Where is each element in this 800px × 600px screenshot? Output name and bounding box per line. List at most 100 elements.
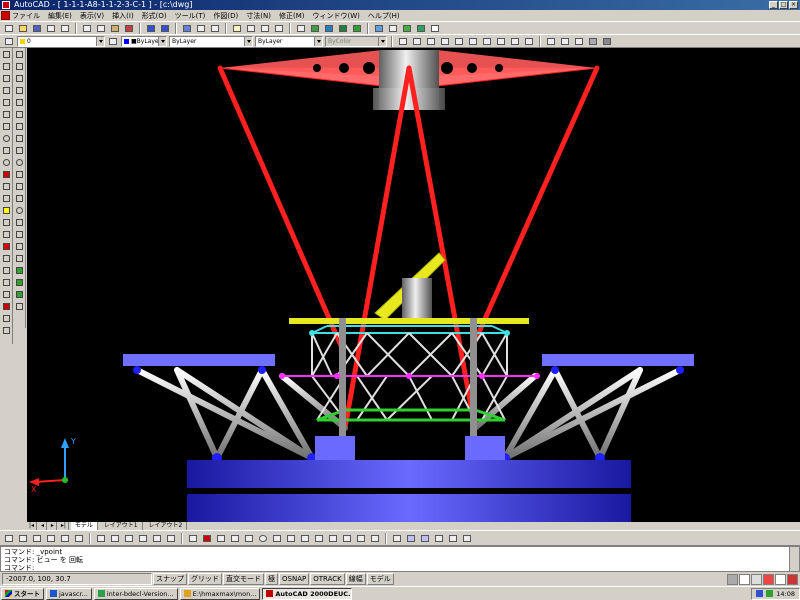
snap-perpendicular-icon[interactable] <box>299 533 311 544</box>
scale-icon[interactable] <box>1 325 12 336</box>
torus-icon[interactable] <box>14 205 25 216</box>
tab-last-arrow-icon[interactable]: ▸| <box>59 522 69 530</box>
coordinate-readout[interactable]: -2007.0, 100, 30.7 <box>2 573 152 585</box>
shade-icon[interactable] <box>323 23 335 34</box>
cut-icon[interactable] <box>81 23 93 34</box>
point-icon[interactable] <box>1 193 12 204</box>
ne-iso-icon[interactable] <box>509 36 521 47</box>
network-tray-icon[interactable] <box>766 590 774 597</box>
ortho-toggle[interactable]: 直交モード <box>223 573 264 585</box>
section-icon[interactable] <box>14 253 25 264</box>
snap-apparent-icon[interactable] <box>229 533 241 544</box>
menu-insert[interactable]: 挿入(I) <box>112 11 134 21</box>
osnap-icon[interactable] <box>195 23 207 34</box>
drawing-viewport[interactable]: Y X <box>27 48 800 522</box>
maximize-button[interactable]: □ <box>779 1 788 9</box>
rotate-icon[interactable] <box>1 313 12 324</box>
print-icon[interactable] <box>45 23 57 34</box>
ime-icon[interactable] <box>739 573 750 585</box>
zoom-realtime-icon[interactable] <box>245 23 257 34</box>
mirror-icon[interactable] <box>1 265 12 276</box>
menu-view[interactable]: 表示(V) <box>80 11 104 21</box>
network-icon[interactable] <box>787 573 798 585</box>
tab-next-arrow-icon[interactable]: ▸ <box>49 522 57 530</box>
taskbar-item[interactable]: javascr... <box>46 587 92 600</box>
revolve-icon[interactable] <box>14 229 25 240</box>
document-icon[interactable] <box>1 11 10 20</box>
pen-icon[interactable] <box>763 573 774 585</box>
rectangle-icon[interactable] <box>1 109 12 120</box>
taskbar-item[interactable]: E:\hmaxmax\mon... <box>179 587 261 600</box>
continuous-orbit-icon[interactable] <box>419 533 431 544</box>
view-top-icon[interactable] <box>397 36 409 47</box>
3d-orbit-icon[interactable] <box>309 23 321 34</box>
intersect-icon[interactable] <box>14 289 25 300</box>
volume-icon[interactable] <box>756 590 764 597</box>
extend-icon[interactable] <box>14 85 25 96</box>
snap-intersection-icon[interactable] <box>215 533 227 544</box>
snap-tangent-icon[interactable] <box>285 533 297 544</box>
adjust-distance-icon[interactable] <box>447 533 459 544</box>
snap-midpoint-icon[interactable] <box>201 533 213 544</box>
snap-nearest-icon[interactable] <box>355 533 367 544</box>
se-iso-icon[interactable] <box>495 36 507 47</box>
menu-edit[interactable]: 編集(E) <box>48 11 72 21</box>
slice-icon[interactable] <box>14 241 25 252</box>
render-icon[interactable] <box>337 23 349 34</box>
today-icon[interactable] <box>415 23 427 34</box>
layer-manager-icon[interactable] <box>3 36 15 47</box>
continue-icon[interactable] <box>123 533 135 544</box>
swivel-icon[interactable] <box>433 533 445 544</box>
fillet-icon[interactable] <box>14 121 25 132</box>
center-mark-icon[interactable] <box>165 533 177 544</box>
model-toggle[interactable]: モデル <box>366 573 394 585</box>
tolerance-icon[interactable] <box>151 533 163 544</box>
command-scrollbar[interactable] <box>789 547 799 571</box>
taskbar-item[interactable]: inter-bdecl-Version... <box>93 587 178 600</box>
orbit-icon[interactable] <box>405 533 417 544</box>
dimension-diameter-icon[interactable] <box>59 533 71 544</box>
explode-icon[interactable] <box>14 133 25 144</box>
dimension-radius-icon[interactable] <box>45 533 57 544</box>
start-button[interactable]: スタート <box>1 587 44 600</box>
union-icon[interactable] <box>14 265 25 276</box>
quick-dimension-icon[interactable] <box>95 533 107 544</box>
snap-quadrant-icon[interactable] <box>271 533 283 544</box>
view-back-icon[interactable] <box>467 36 479 47</box>
open-file-icon[interactable] <box>17 23 29 34</box>
lineweight-combo[interactable]: ByLayer <box>255 35 323 47</box>
chevron-down-icon[interactable] <box>158 36 166 46</box>
break-icon[interactable] <box>14 97 25 108</box>
lengthen-icon[interactable] <box>14 61 25 72</box>
menu-file[interactable]: ファイル <box>12 11 40 21</box>
wedge-icon[interactable] <box>14 193 25 204</box>
tab-layout2[interactable]: レイアウト2 <box>145 522 188 530</box>
match-properties-icon[interactable] <box>123 23 135 34</box>
make-block-icon[interactable] <box>1 181 12 192</box>
array-icon[interactable] <box>1 289 12 300</box>
polygon-icon[interactable] <box>1 97 12 108</box>
chevron-down-icon[interactable] <box>96 36 104 46</box>
undo-icon[interactable] <box>145 23 157 34</box>
view-right-icon[interactable] <box>439 36 451 47</box>
nw-iso-icon[interactable] <box>523 36 535 47</box>
spline-icon[interactable] <box>1 145 12 156</box>
line-icon[interactable] <box>1 49 12 60</box>
taskbar-item-active[interactable]: AutoCAD 2000DEUC... <box>262 587 353 600</box>
lineweight-toggle[interactable]: 線幅 <box>345 573 366 585</box>
osnap-settings-icon[interactable] <box>391 533 403 544</box>
menu-dimension[interactable]: 寸法(N) <box>246 11 271 21</box>
menu-draw[interactable]: 作図(D) <box>213 11 238 21</box>
print-preview-icon[interactable] <box>59 23 71 34</box>
autocad-app-icon[interactable] <box>2 1 10 9</box>
linetype-combo[interactable]: ByLayer <box>169 35 253 47</box>
command-prompt[interactable]: コマンド: <box>4 564 796 571</box>
help-icon[interactable] <box>775 573 786 585</box>
copy-object-icon[interactable] <box>1 253 12 264</box>
view-left-icon[interactable] <box>425 36 437 47</box>
make-current-layer-icon[interactable] <box>107 36 119 47</box>
redo-icon[interactable] <box>159 23 171 34</box>
lights-icon[interactable] <box>351 23 363 34</box>
dbconnect-icon[interactable] <box>401 23 413 34</box>
insert-block-icon[interactable] <box>1 169 12 180</box>
